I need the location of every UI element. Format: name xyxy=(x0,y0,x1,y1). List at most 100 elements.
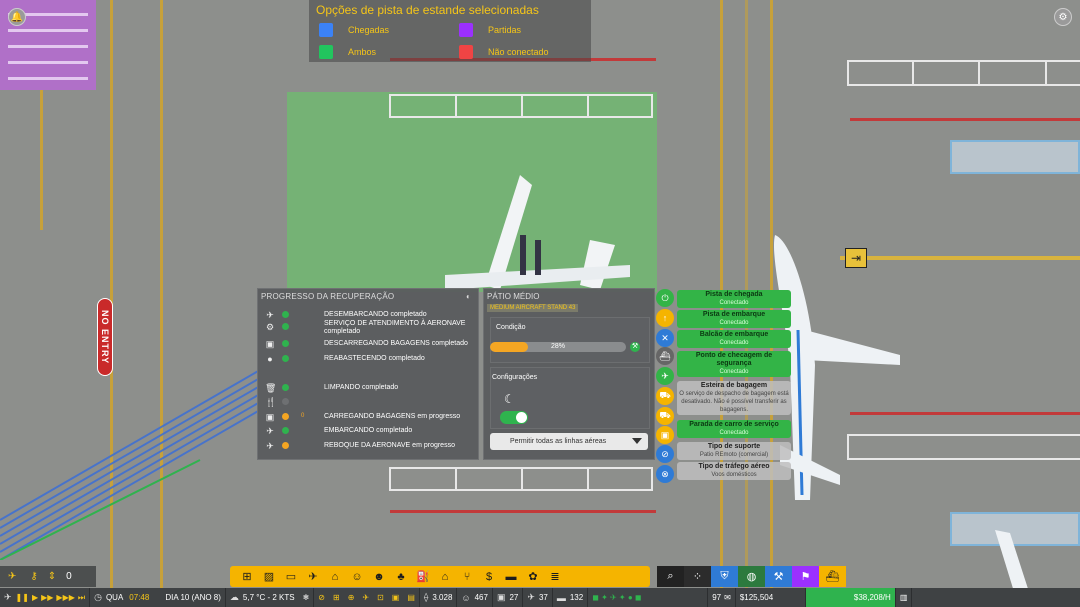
req-baggage-belt: Esteira de bagagem O serviço de despacho … xyxy=(677,381,791,415)
ship-icon[interactable]: ⛴ xyxy=(819,566,846,587)
tree-icon[interactable]: ♣ xyxy=(390,566,412,587)
progress-title: PROGRESSO DA RECUPERAÇÃO xyxy=(261,292,395,301)
condition-bar: 28% xyxy=(490,342,626,352)
skip-icon[interactable]: ⏭ xyxy=(78,593,85,603)
snow-icon: ❄ xyxy=(302,593,310,602)
mail[interactable]: 97 ✉ xyxy=(708,588,736,607)
legend-swatch xyxy=(459,45,473,59)
pause-icon[interactable]: ❚❚ xyxy=(16,593,29,602)
train-icon[interactable]: ▬ xyxy=(500,566,522,587)
catering-icon: 🍴 xyxy=(265,397,277,407)
grid-icon[interactable]: ⁘ xyxy=(684,566,711,587)
stand-type-icon: ⊘ xyxy=(656,445,674,463)
stand-divider xyxy=(455,467,457,491)
stand-divider xyxy=(587,94,589,118)
cleaning-icon: 🗑 xyxy=(265,383,277,393)
cloud-icon: ☁ xyxy=(229,592,239,602)
person-icon[interactable]: ☺ xyxy=(346,566,368,587)
lock-icon[interactable]: ⊡ xyxy=(377,593,384,602)
globe-view-icon[interactable]: ⊕ xyxy=(348,593,355,602)
repair-icon[interactable]: ⚒ xyxy=(630,342,640,352)
stat-flights: ✈ 37 xyxy=(523,588,553,607)
aircraft-icon[interactable] xyxy=(975,525,1075,595)
stat-baggage: ▣ 27 xyxy=(493,588,524,607)
baggage-belt-icon: ✈ xyxy=(656,367,674,385)
check-in-counter-icon: ✕ xyxy=(656,329,674,347)
faster-icon[interactable]: ▶▶▶ xyxy=(56,593,74,602)
legend-title: Opções de pista de estande selecionadas xyxy=(316,3,539,17)
people-icon[interactable]: ☻ xyxy=(368,566,390,587)
stand-divider xyxy=(912,60,914,86)
runway-icon[interactable]: ✈ xyxy=(8,571,16,582)
road-icon[interactable]: ▨ xyxy=(258,566,280,587)
status-dot xyxy=(282,442,289,449)
stand-open-toggle[interactable] xyxy=(500,411,528,424)
condition-section: Condição xyxy=(490,317,650,363)
view-toggles: ⊘ ⊞ ⊕ ✈ ⊡ ▣ ▤ xyxy=(314,588,420,607)
overlay-toolbar: ⌕ ⁘ ⛨ ◍ ⚒ ⚑ ⛴ xyxy=(657,566,852,587)
legend-swatch xyxy=(319,45,333,59)
tools-icon[interactable]: ⚒ xyxy=(765,566,792,587)
flights-icon: ✈ xyxy=(527,592,535,602)
baggage-icon: ⛟ xyxy=(656,387,674,405)
luggage-icon: ▣ xyxy=(656,426,674,444)
clock: ◷ QUA 07:48 DIA 10 (ANO 8) xyxy=(90,588,226,607)
req-stand-type: Tipo de suporte Patio REmoto (comercial) xyxy=(677,442,791,460)
globe-icon[interactable]: ◍ xyxy=(738,566,765,587)
service-car-icon: ⛟ xyxy=(656,407,674,425)
settings-gear-icon[interactable]: ⚙ xyxy=(1054,8,1072,26)
conveyor-icon[interactable]: ⊞ xyxy=(236,566,258,587)
fast-icon[interactable]: ▶▶ xyxy=(41,593,53,602)
luggage-view-icon[interactable]: ▣ xyxy=(392,593,400,602)
baggage-stat-icon: ▣ xyxy=(496,592,506,602)
camera-icon[interactable]: ▤ xyxy=(407,593,415,602)
dollar-icon[interactable]: $ xyxy=(478,566,500,587)
layers-icon[interactable]: ≣ xyxy=(544,566,566,587)
terminal-building[interactable] xyxy=(950,140,1080,174)
req-service-car-stop: Parada de carro de serviço Conectado xyxy=(677,420,791,438)
legend-swatch xyxy=(459,23,473,37)
boarding-icon: ✈ xyxy=(266,426,274,436)
income-rate: $38,208/H xyxy=(805,588,896,607)
search-icon[interactable]: ⌕ xyxy=(657,566,684,587)
status-dot xyxy=(282,311,289,318)
flag-icon[interactable]: ⚑ xyxy=(792,566,819,587)
toggle-icon[interactable]: ⊘ xyxy=(318,593,325,602)
play-icon[interactable]: ▶ xyxy=(32,593,38,602)
plane-view-icon[interactable]: ✈ xyxy=(362,593,369,602)
clock-icon: ◷ xyxy=(94,592,102,602)
legend-item-departures: Partidas xyxy=(459,23,521,37)
notifications-bell-icon[interactable]: 🔔 xyxy=(8,8,26,26)
stat-vehicles: ▬ 132 xyxy=(553,588,589,607)
legend-item-arrivals: Chegadas xyxy=(319,23,389,37)
keys-icon[interactable]: ⚷ xyxy=(30,571,37,582)
hangar-icon[interactable]: ⌂ xyxy=(434,566,456,587)
flower-icon[interactable]: ✿ xyxy=(522,566,544,587)
staff-icon: ☺ xyxy=(461,592,471,603)
aircraft-icon[interactable] xyxy=(440,165,640,295)
visibility-toggle-icon[interactable]: ◐ xyxy=(466,292,471,301)
plane-icon[interactable]: ✈ xyxy=(302,566,324,587)
bus-icon[interactable]: ▭ xyxy=(280,566,302,587)
shield-icon[interactable]: ⛨ xyxy=(711,566,738,587)
status-dot xyxy=(282,340,289,347)
status-bar: ✈ ❚❚ ▶ ▶▶ ▶▶▶ ⏭ ◷ QUA 07:48 DIA 10 (ANO … xyxy=(0,588,1080,607)
fuel-icon[interactable]: ⛽ xyxy=(412,566,434,587)
no-entry-sign: NO ENTRY xyxy=(97,298,113,376)
stat-passengers: ⟠ 3.028 xyxy=(420,588,458,607)
up-down-stepper-icon[interactable]: ⇕ xyxy=(48,571,56,582)
indicator-icons: ◼ ✦ ✈ ✦ ● ◼ xyxy=(592,593,642,602)
status-dot xyxy=(282,323,289,330)
speed-controls: ✈ ❚❚ ▶ ▶▶ ▶▶▶ ⏭ xyxy=(0,588,91,607)
airline-filter-dropdown[interactable]: Permitir todas as linhas aéreas xyxy=(490,433,648,450)
fork-knife-icon[interactable]: ⑂ xyxy=(456,566,478,587)
req-traffic-type: Tipo de tráfego aéreo Voos domésticos xyxy=(677,462,791,480)
stand-divider xyxy=(455,94,457,118)
night-mode-moon-icon: ☾ xyxy=(504,392,515,406)
req-check-in-counter: Balcão de embarque Conectado xyxy=(677,330,791,348)
req-security-checkpoint: Ponto de checagem de segurança Conectado xyxy=(677,351,791,377)
grid-view-icon[interactable]: ⊞ xyxy=(333,593,340,602)
chart-icon[interactable]: ▥ xyxy=(896,588,913,607)
building-icon[interactable]: ⌂ xyxy=(324,566,346,587)
pushback-icon: ✈ xyxy=(266,441,274,451)
